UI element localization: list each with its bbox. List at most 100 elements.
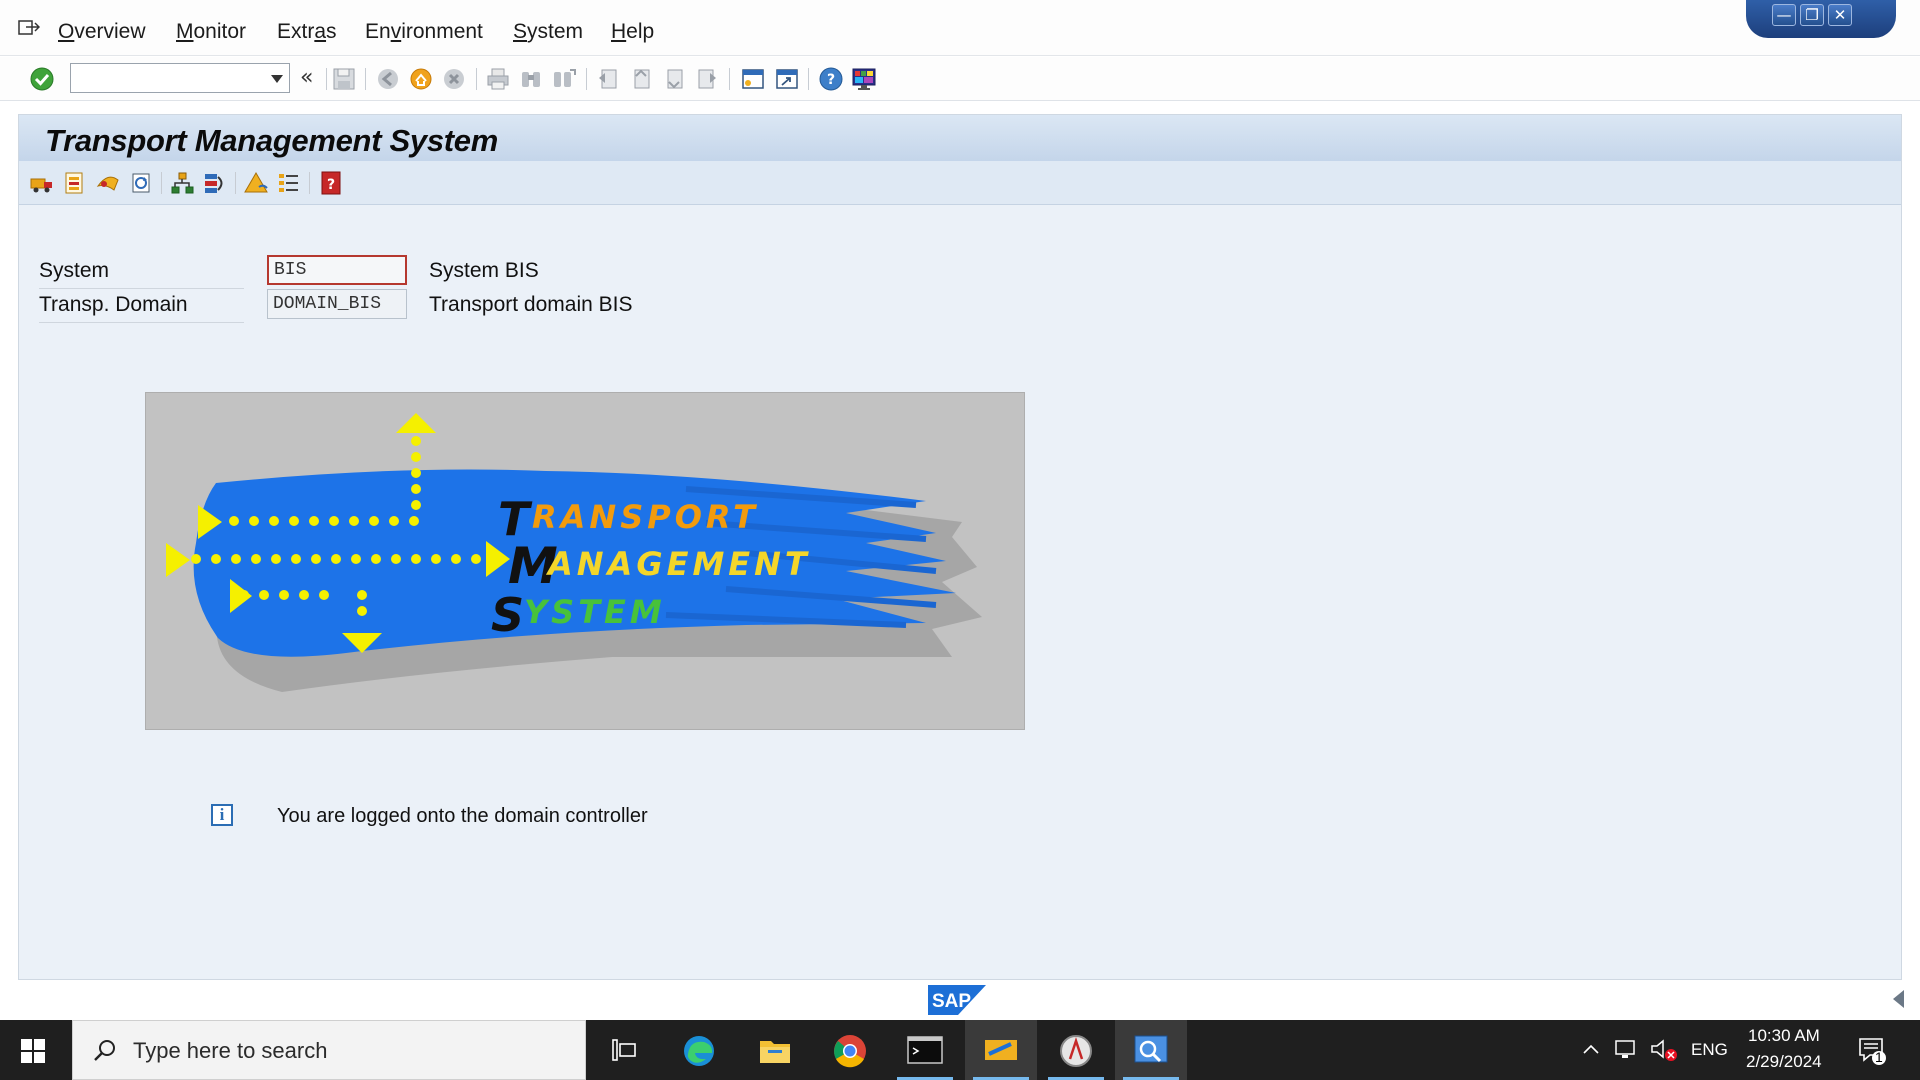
logo-word-management: ANAGEMENT: [545, 545, 811, 583]
domain-field-row: Transp. Domain Transport domain BIS: [39, 289, 839, 323]
system-overview-icon[interactable]: [62, 170, 88, 196]
menu-help[interactable]: Help: [611, 20, 654, 44]
logo-word-transport: RANSPORT: [532, 498, 759, 536]
transport-strategy-icon[interactable]: [169, 170, 195, 196]
menu-mnemonic: M: [176, 20, 194, 43]
system-input[interactable]: [267, 255, 407, 285]
svg-text:?: ?: [827, 72, 835, 88]
menu-bar: Overview Monitor Extras Environment Syst…: [0, 0, 1920, 56]
toolbar-separator: [586, 68, 587, 90]
sap-gui-button[interactable]: [1115, 1020, 1187, 1080]
toolbar-separator: [326, 68, 327, 90]
refresh-icon[interactable]: [128, 170, 154, 196]
menu-label-part: En: [365, 20, 391, 43]
clock-time[interactable]: 10:30 AM: [1748, 1026, 1820, 1046]
menu-overview[interactable]: Overview: [58, 20, 146, 44]
windows-taskbar: Type here to search ENG 10:30 AM 2/29/20…: [0, 1020, 1920, 1080]
new-session-icon[interactable]: [740, 66, 766, 92]
standard-toolbar: « ?: [0, 57, 1920, 101]
import-overview-icon[interactable]: [95, 170, 121, 196]
status-collapse-arrow-icon[interactable]: [1893, 990, 1904, 1008]
clock-date[interactable]: 2/29/2024: [1746, 1052, 1822, 1072]
menu-label-part: s: [326, 20, 337, 43]
toolbar-separator: [365, 68, 366, 90]
sap-gui-icon: [1134, 1035, 1168, 1063]
menu-mnemonic: a: [314, 20, 327, 43]
help-icon[interactable]: ?: [818, 66, 844, 92]
save-icon[interactable]: [331, 66, 357, 92]
back-icon[interactable]: [375, 66, 401, 92]
edge-browser-button[interactable]: [664, 1020, 736, 1080]
transport-routes-icon[interactable]: [29, 170, 55, 196]
toolbar-separator: [309, 172, 310, 194]
info-icon: i: [211, 804, 233, 826]
domain-label: Transp. Domain: [39, 293, 244, 323]
customize-layout-icon[interactable]: [851, 66, 877, 92]
first-page-icon[interactable]: [595, 66, 621, 92]
terminal-button[interactable]: [889, 1020, 961, 1080]
menu-extras[interactable]: Extras: [277, 20, 337, 44]
main-panel: Transport Management System ? System BIS…: [18, 114, 1902, 980]
page-title: Transport Management System: [45, 123, 499, 158]
network-icon[interactable]: [1614, 1038, 1640, 1060]
logo-initial-s: S: [491, 588, 524, 642]
search-icon: [94, 1040, 115, 1061]
domain-input[interactable]: [267, 289, 407, 319]
menu-mnemonic: H: [611, 20, 627, 43]
print-icon[interactable]: [485, 66, 511, 92]
tms-logo-image: T RANSPORT M ANAGEMENT S YSTEM: [145, 392, 1025, 730]
show-hidden-icons-chevron-up-icon[interactable]: [1582, 1042, 1600, 1056]
task-view-button[interactable]: [588, 1020, 660, 1080]
file-explorer-button[interactable]: [739, 1020, 811, 1080]
transport-layers-icon[interactable]: [202, 170, 228, 196]
chrome-icon: [834, 1035, 866, 1068]
create-shortcut-icon[interactable]: [774, 66, 800, 92]
toolbar-separator: [729, 68, 730, 90]
minimize-button[interactable]: —: [1772, 4, 1796, 26]
next-page-icon[interactable]: [661, 66, 687, 92]
menu-label-part: verview: [74, 20, 146, 43]
exit-icon[interactable]: [408, 66, 434, 92]
collapse-toolbar-button[interactable]: «: [300, 65, 313, 90]
find-next-icon[interactable]: [551, 66, 577, 92]
sap-logon-button[interactable]: [965, 1020, 1037, 1080]
chrome-browser-button[interactable]: [814, 1020, 886, 1080]
logo-word-system: YSTEM: [524, 593, 666, 631]
taskbar-search-box[interactable]: Type here to search: [72, 1020, 586, 1080]
command-input[interactable]: [75, 67, 255, 89]
menu-label-part: ystem: [527, 20, 584, 43]
find-icon[interactable]: [518, 66, 544, 92]
command-field[interactable]: [70, 63, 290, 93]
tms-logo-graphic: T RANSPORT M ANAGEMENT S YSTEM: [166, 413, 983, 692]
svg-text:?: ?: [327, 177, 335, 193]
volume-muted-icon[interactable]: [1650, 1038, 1678, 1062]
chevron-down-icon[interactable]: [271, 75, 283, 83]
system-label: System: [39, 259, 244, 289]
tool-app-button[interactable]: [1040, 1020, 1112, 1080]
close-button[interactable]: ✕: [1828, 4, 1852, 26]
window-controls: — ❐ ✕: [1746, 0, 1896, 38]
menu-exit-icon[interactable]: [18, 18, 40, 36]
cancel-icon[interactable]: [441, 66, 467, 92]
tms-alerts-list-icon[interactable]: [276, 170, 302, 196]
menu-environment[interactable]: Environment: [365, 20, 483, 44]
alert-monitor-icon[interactable]: [243, 170, 269, 196]
search-placeholder: Type here to search: [133, 1038, 328, 1063]
sap-logo-text: SAP: [932, 991, 971, 1012]
restore-button[interactable]: ❐: [1800, 4, 1824, 26]
domain-description: Transport domain BIS: [429, 293, 633, 316]
application-help-icon[interactable]: ?: [318, 170, 344, 196]
application-toolbar: ?: [19, 161, 1901, 205]
windows-start-icon[interactable]: [20, 1038, 46, 1064]
toolbar-separator: [235, 172, 236, 194]
enter-check-icon[interactable]: [29, 66, 55, 92]
previous-page-icon[interactable]: [628, 66, 654, 92]
notification-badge: 1: [1875, 1049, 1883, 1065]
menu-mnemonic: v: [390, 20, 402, 43]
language-indicator[interactable]: ENG: [1691, 1040, 1728, 1060]
menu-monitor[interactable]: Monitor: [176, 20, 246, 44]
toolbar-separator: [808, 68, 809, 90]
last-page-icon[interactable]: [694, 66, 720, 92]
menu-system[interactable]: System: [513, 20, 583, 44]
status-message: You are logged onto the domain controlle…: [277, 805, 648, 827]
